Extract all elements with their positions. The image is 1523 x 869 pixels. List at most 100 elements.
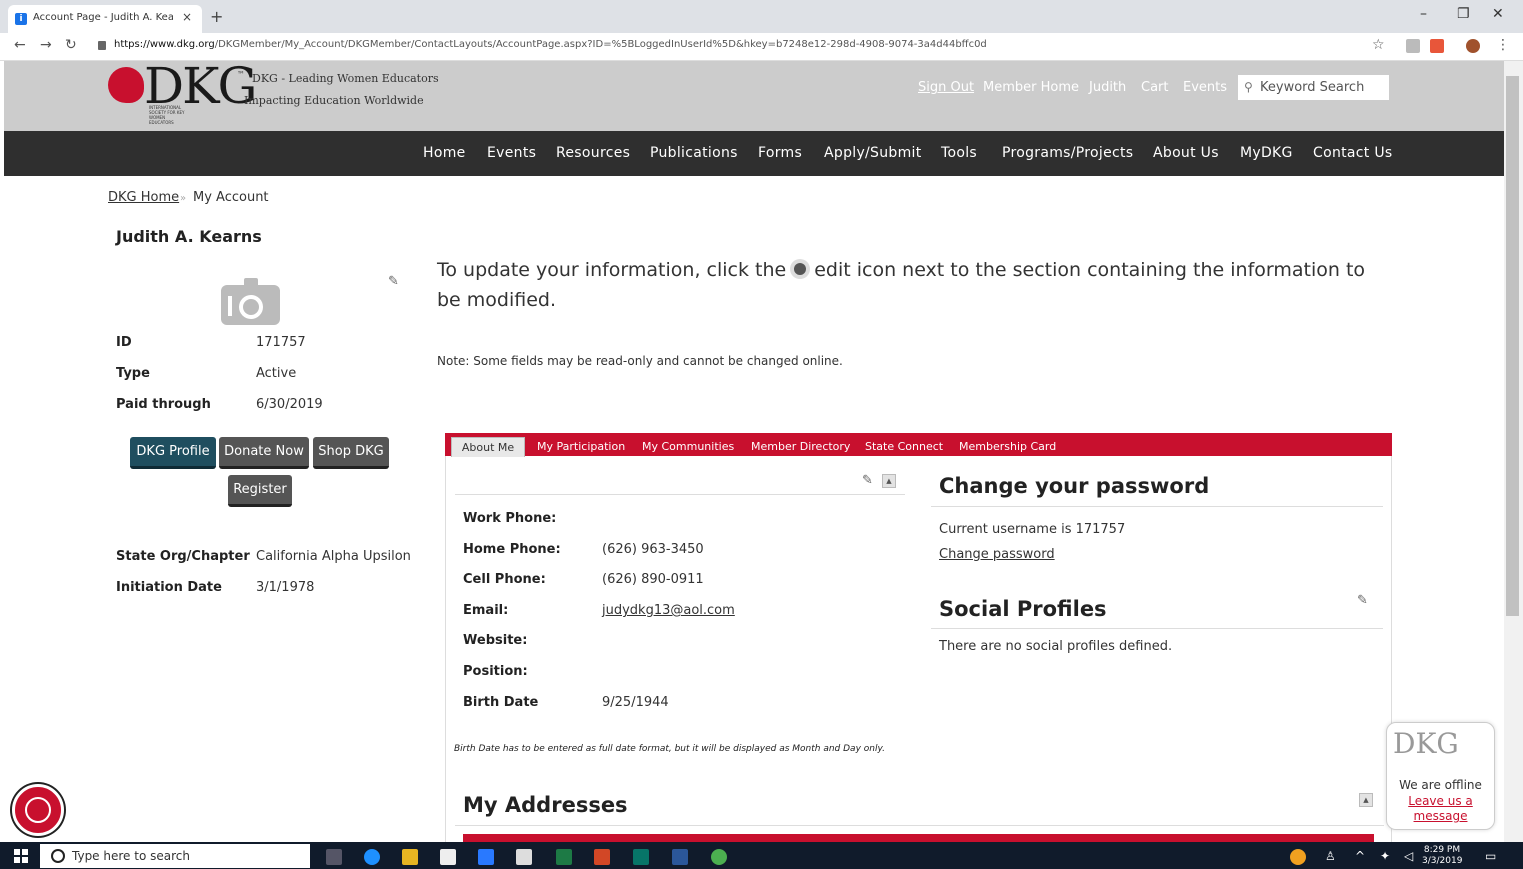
sign-out-link[interactable]: Sign Out	[918, 80, 974, 95]
nav-mydkg[interactable]: MyDKG	[1240, 145, 1293, 161]
keyword-search-input[interactable]: ⚲ Keyword Search	[1237, 74, 1390, 101]
update-instructions: To update your information, click the edi…	[437, 259, 1366, 311]
bookmark-star-icon[interactable]: ☆	[1372, 37, 1385, 53]
change-password-link[interactable]: Change password	[939, 547, 1055, 562]
tab-state-connect[interactable]: State Connect	[865, 440, 943, 453]
extension-icon[interactable]	[1430, 39, 1444, 53]
shop-dkg-button[interactable]: Shop DKG	[313, 437, 389, 469]
browser-menu-icon[interactable]: ⋮	[1496, 37, 1510, 53]
chat-widget[interactable]: DKG We are offline Leave us a message	[1386, 722, 1495, 830]
collapse-contact-icon[interactable]: ▲	[882, 474, 896, 488]
addresses-tabbar	[463, 834, 1374, 842]
nav-forms[interactable]: Forms	[758, 145, 802, 161]
donate-now-button[interactable]: Donate Now	[219, 437, 309, 469]
id-label: ID	[116, 335, 132, 350]
tray-chevron-icon[interactable]: ^	[1355, 849, 1365, 863]
forward-icon[interactable]: →	[40, 37, 52, 53]
dkg-profile-button[interactable]: DKG Profile	[130, 437, 216, 469]
help-icon[interactable]	[1290, 849, 1306, 865]
email-link[interactable]: judydkg13@aol.com	[602, 603, 735, 618]
task-view-icon[interactable]	[326, 849, 342, 865]
cell-phone-label: Cell Phone:	[463, 572, 546, 587]
initiation-date-value: 3/1/1978	[256, 580, 315, 595]
dropbox-tray-icon[interactable]: ✦	[1380, 849, 1390, 863]
nav-about-us[interactable]: About Us	[1153, 145, 1219, 161]
social-divider	[931, 628, 1383, 629]
tab-membership-card[interactable]: Membership Card	[959, 440, 1056, 453]
edit-contact-pencil-icon[interactable]: ✎	[862, 473, 873, 488]
mail-icon[interactable]	[516, 849, 532, 865]
notifications-icon[interactable]: ▭	[1485, 849, 1496, 863]
nav-contact-us[interactable]: Contact Us	[1313, 145, 1392, 161]
leave-message-link[interactable]: Leave us a message	[1387, 794, 1494, 824]
nav-events[interactable]: Events	[487, 145, 536, 161]
about-me-panel	[445, 456, 1392, 842]
tab-my-communities[interactable]: My Communities	[642, 440, 734, 453]
edit-circle-icon	[790, 259, 811, 279]
nav-resources[interactable]: Resources	[556, 145, 630, 161]
register-button[interactable]: Register	[228, 475, 292, 507]
people-icon[interactable]: ♙	[1325, 849, 1336, 863]
restore-icon[interactable]: ❐	[1457, 6, 1470, 22]
excel-icon[interactable]	[556, 849, 572, 865]
taskbar-search-input[interactable]: Type here to search	[40, 844, 310, 868]
browser-tab[interactable]: i Account Page - Judith A. Kearns ×	[8, 5, 202, 33]
windows-icon[interactable]	[14, 849, 28, 863]
main-nav: Home Events Resources Publications Forms…	[4, 131, 1504, 176]
nav-tools[interactable]: Tools	[941, 145, 977, 161]
powerpoint-icon[interactable]	[594, 849, 610, 865]
chrome-icon[interactable]	[711, 849, 727, 865]
type-label: Type	[116, 366, 150, 381]
contact-divider	[455, 494, 905, 495]
store-icon[interactable]	[440, 849, 456, 865]
tab-about-me[interactable]: About Me	[451, 437, 525, 457]
addresses-divider	[455, 825, 1384, 826]
nav-publications[interactable]: Publications	[650, 145, 738, 161]
member-home-link[interactable]: Member Home	[983, 80, 1079, 95]
scrollbar-thumb[interactable]	[1506, 76, 1519, 616]
close-window-icon[interactable]: ✕	[1492, 6, 1504, 22]
accessibility-ring	[25, 797, 51, 823]
current-username: Current username is 171757	[939, 522, 1126, 537]
nav-home[interactable]: Home	[423, 145, 466, 161]
tab-close-icon[interactable]: ×	[182, 10, 192, 24]
taskbar-clock[interactable]: 8:29 PM 3/3/2019	[1422, 845, 1462, 867]
dropbox-icon[interactable]	[478, 849, 494, 865]
initiation-date-label: Initiation Date	[116, 580, 222, 595]
social-profiles-title: Social Profiles	[939, 597, 1107, 621]
volume-icon[interactable]: ◁	[1404, 849, 1413, 863]
logo-trademark: ™	[237, 70, 245, 79]
edit-profile-pencil-icon[interactable]: ✎	[388, 274, 399, 289]
minimize-icon[interactable]: –	[1420, 6, 1427, 22]
nav-programs-projects[interactable]: Programs/Projects	[1002, 145, 1133, 161]
word-icon[interactable]	[672, 849, 688, 865]
edge-icon[interactable]	[364, 849, 380, 865]
state-org-value: California Alpha Upsilon	[256, 549, 411, 564]
cart-link[interactable]: Cart	[1141, 80, 1169, 95]
new-tab-button[interactable]: +	[210, 7, 223, 26]
birth-date-label: Birth Date	[463, 695, 539, 710]
url-text: https://www.dkg.org/DKGMember/My_Account…	[114, 39, 987, 50]
events-link[interactable]: Events	[1183, 80, 1227, 95]
address-bar[interactable]: https://www.dkg.org/DKGMember/My_Account…	[90, 36, 1400, 56]
tab-my-participation[interactable]: My Participation	[537, 440, 625, 453]
user-name-link[interactable]: Judith	[1089, 80, 1126, 95]
edit-social-pencil-icon[interactable]: ✎	[1357, 593, 1368, 608]
taskbar-search-placeholder: Type here to search	[72, 849, 190, 863]
change-password-title: Change your password	[939, 474, 1210, 498]
extension-icon[interactable]	[1406, 39, 1420, 53]
reload-icon[interactable]: ↻	[65, 37, 77, 53]
back-icon[interactable]: ←	[14, 37, 26, 53]
camera-icon[interactable]	[220, 276, 281, 326]
collapse-addresses-icon[interactable]: ▲	[1359, 793, 1373, 807]
state-org-label: State Org/Chapter	[116, 549, 250, 564]
cortana-icon	[51, 849, 65, 863]
profile-avatar-icon[interactable]	[1466, 39, 1480, 53]
tab-member-directory[interactable]: Member Directory	[751, 440, 850, 453]
breadcrumb-home-link[interactable]: DKG Home	[108, 190, 179, 205]
accessibility-icon[interactable]	[12, 784, 64, 836]
nav-apply-submit[interactable]: Apply/Submit	[824, 145, 922, 161]
type-value: Active	[256, 366, 297, 381]
file-explorer-icon[interactable]	[402, 849, 418, 865]
publisher-icon[interactable]	[633, 849, 649, 865]
